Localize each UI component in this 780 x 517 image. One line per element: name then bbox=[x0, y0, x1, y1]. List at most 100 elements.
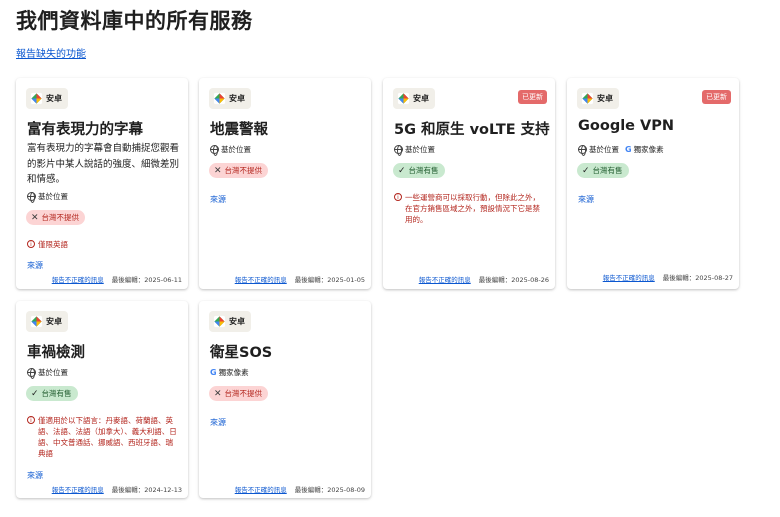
android-logo-icon bbox=[213, 315, 226, 328]
check-mark-icon: ✓ bbox=[398, 165, 406, 176]
source-link[interactable]: 來源 bbox=[210, 417, 226, 428]
page-title: 我們資料庫中的所有服務 bbox=[16, 9, 253, 33]
check-mark-icon: ✓ bbox=[31, 388, 39, 399]
google-g-icon: G bbox=[625, 145, 632, 154]
service-card-5g-volte: 安卓 已更新 5G 和原生 voLTE 支持 基於位置 ✓ 台灣有售 i 一些運… bbox=[383, 78, 555, 289]
report-incorrect-link[interactable]: 報告不正確的訊息 bbox=[603, 272, 655, 282]
feature-tags: 基於位置 bbox=[27, 191, 68, 203]
globe-icon bbox=[210, 145, 219, 156]
platform-label: 安卓 bbox=[46, 94, 62, 103]
note-text: 僅限英語 bbox=[38, 240, 68, 249]
last-edited: 最後編輯：2025-06-11 bbox=[111, 276, 182, 284]
platform-chip: 安卓 bbox=[26, 311, 68, 332]
last-edited: 最後編輯：2025-08-26 bbox=[478, 276, 549, 284]
source-link[interactable]: 來源 bbox=[27, 470, 43, 481]
availability-badge: ✓ 台灣有售 bbox=[577, 163, 629, 178]
service-card-expressive-captions: 安卓 富有表現力的字幕 富有表現力的字幕會自動捕捉您觀看的影片中某人說話的強度、… bbox=[16, 78, 188, 289]
location-based-label: 基於位置 bbox=[221, 145, 251, 154]
google-g-icon: G bbox=[210, 368, 217, 377]
card-title: 衛星SOS bbox=[210, 345, 273, 361]
android-logo-icon bbox=[30, 92, 43, 105]
pixel-exclusive-label: 獨家像素 bbox=[218, 368, 249, 377]
report-incorrect-link[interactable]: 報告不正確的訊息 bbox=[235, 274, 287, 284]
platform-chip: 安卓 bbox=[577, 88, 619, 109]
service-card-earthquake-alerts: 安卓 地震警報 基於位置 ✕ 台灣不提供 來源 報告不正確的訊息 最後編輯：20… bbox=[199, 78, 371, 289]
android-logo-icon bbox=[30, 315, 43, 328]
report-incorrect-link[interactable]: 報告不正確的訊息 bbox=[419, 274, 471, 284]
platform-chip: 安卓 bbox=[393, 88, 435, 109]
card-title: Google VPN bbox=[578, 118, 675, 134]
platform-label: 安卓 bbox=[597, 94, 613, 103]
report-incorrect-link[interactable]: 報告不正確的訊息 bbox=[235, 484, 287, 494]
pixel-exclusive-label: 獨家像素 bbox=[633, 145, 664, 154]
feature-tags: G 獨家像素 bbox=[210, 367, 249, 378]
source-link[interactable]: 來源 bbox=[27, 260, 43, 271]
availability-label: 台灣有售 bbox=[592, 166, 623, 175]
platform-label: 安卓 bbox=[46, 317, 62, 326]
x-mark-icon: ✕ bbox=[214, 388, 222, 399]
availability-badge: ✕ 台灣不提供 bbox=[26, 210, 86, 225]
android-logo-icon bbox=[581, 92, 594, 105]
availability-label: 台灣有售 bbox=[408, 166, 439, 175]
info-icon: i bbox=[27, 416, 35, 424]
platform-label: 安卓 bbox=[413, 94, 429, 103]
updated-badge: 已更新 bbox=[702, 90, 731, 104]
globe-icon bbox=[27, 192, 36, 203]
card-footer: 報告不正確的訊息 最後編輯：2025-01-05 bbox=[235, 274, 365, 284]
x-mark-icon: ✕ bbox=[31, 212, 39, 223]
availability-badge: ✕ 台灣不提供 bbox=[209, 386, 269, 401]
card-footer: 報告不正確的訊息 最後編輯：2025-08-09 bbox=[235, 484, 365, 494]
card-title: 車禍檢測 bbox=[27, 345, 85, 361]
globe-icon bbox=[27, 368, 36, 379]
platform-label: 安卓 bbox=[229, 317, 245, 326]
location-based-label: 基於位置 bbox=[589, 145, 619, 154]
last-edited: 最後編輯：2024-12-13 bbox=[111, 486, 182, 494]
x-mark-icon: ✕ bbox=[214, 165, 222, 176]
card-note: i 僅適用於以下語言：丹麥語、荷蘭語、英語、法語、法語（加拿大）、義大利語、日語… bbox=[27, 415, 179, 459]
check-mark-icon: ✓ bbox=[582, 165, 590, 176]
platform-chip: 安卓 bbox=[26, 88, 68, 109]
feature-tags: 基於位置 bbox=[27, 367, 68, 379]
last-edited: 最後編輯：2025-08-09 bbox=[294, 486, 365, 494]
card-footer: 報告不正確的訊息 最後編輯：2025-06-11 bbox=[52, 274, 182, 284]
note-text: 一些運營商可以採取行動，但除此之外，在官方銷售區域之外，預設情況下它是禁用的。 bbox=[405, 193, 540, 224]
platform-chip: 安卓 bbox=[209, 311, 251, 332]
source-link[interactable]: 來源 bbox=[578, 194, 594, 205]
availability-label: 台灣有售 bbox=[41, 389, 72, 398]
globe-icon bbox=[578, 145, 587, 156]
note-text: 僅適用於以下語言：丹麥語、荷蘭語、英語、法語、法語（加拿大）、義大利語、日語、中… bbox=[38, 416, 177, 458]
availability-label: 台灣不提供 bbox=[41, 213, 80, 222]
card-note: i 一些運營商可以採取行動，但除此之外，在官方銷售區域之外，預設情況下它是禁用的… bbox=[394, 192, 546, 225]
service-card-google-vpn: 安卓 已更新 Google VPN 基於位置 G 獨家像素 ✓ 台灣有售 來源 報… bbox=[567, 78, 739, 289]
platform-chip: 安卓 bbox=[209, 88, 251, 109]
service-card-car-crash-detection: 安卓 車禍檢測 基於位置 ✓ 台灣有售 i 僅適用於以下語言：丹麥語、荷蘭語、英… bbox=[16, 301, 188, 498]
feature-tags: 基於位置 G 獨家像素 bbox=[578, 144, 664, 156]
last-edited: 最後編輯：2025-01-05 bbox=[294, 276, 365, 284]
card-note: i 僅限英語 bbox=[27, 239, 179, 250]
location-based-label: 基於位置 bbox=[38, 368, 68, 377]
card-title: 富有表現力的字幕 bbox=[27, 122, 143, 138]
report-incorrect-link[interactable]: 報告不正確的訊息 bbox=[52, 484, 104, 494]
report-incorrect-link[interactable]: 報告不正確的訊息 bbox=[52, 274, 104, 284]
android-logo-icon bbox=[397, 92, 410, 105]
card-title: 地震警報 bbox=[210, 122, 268, 138]
card-description: 富有表現力的字幕會自動捕捉您觀看的影片中某人說話的強度、細微差別和情感。 bbox=[27, 143, 180, 185]
availability-badge: ✓ 台灣有售 bbox=[393, 163, 445, 178]
updated-badge: 已更新 bbox=[518, 90, 547, 104]
feature-tags: 基於位置 bbox=[394, 144, 435, 156]
source-link[interactable]: 來源 bbox=[210, 194, 226, 205]
last-edited: 最後編輯：2025-08-27 bbox=[662, 274, 733, 282]
location-based-label: 基於位置 bbox=[405, 145, 435, 154]
report-missing-feature-link[interactable]: 報告缺失的功能 bbox=[16, 45, 86, 60]
card-footer: 報告不正確的訊息 最後編輯：2025-08-26 bbox=[419, 274, 549, 284]
availability-badge: ✕ 台灣不提供 bbox=[209, 163, 269, 178]
feature-tags: 基於位置 bbox=[210, 144, 251, 156]
android-logo-icon bbox=[213, 92, 226, 105]
service-card-satellite-sos: 安卓 衛星SOS G 獨家像素 ✕ 台灣不提供 來源 報告不正確的訊息 最後編輯：… bbox=[199, 301, 371, 498]
info-icon: i bbox=[27, 240, 35, 248]
card-footer: 報告不正確的訊息 最後編輯：2024-12-13 bbox=[52, 484, 182, 494]
info-icon: i bbox=[394, 193, 402, 201]
card-footer: 報告不正確的訊息 最後編輯：2025-08-27 bbox=[603, 272, 733, 282]
location-based-label: 基於位置 bbox=[38, 192, 68, 201]
card-title: 5G 和原生 voLTE 支持 bbox=[394, 122, 550, 138]
